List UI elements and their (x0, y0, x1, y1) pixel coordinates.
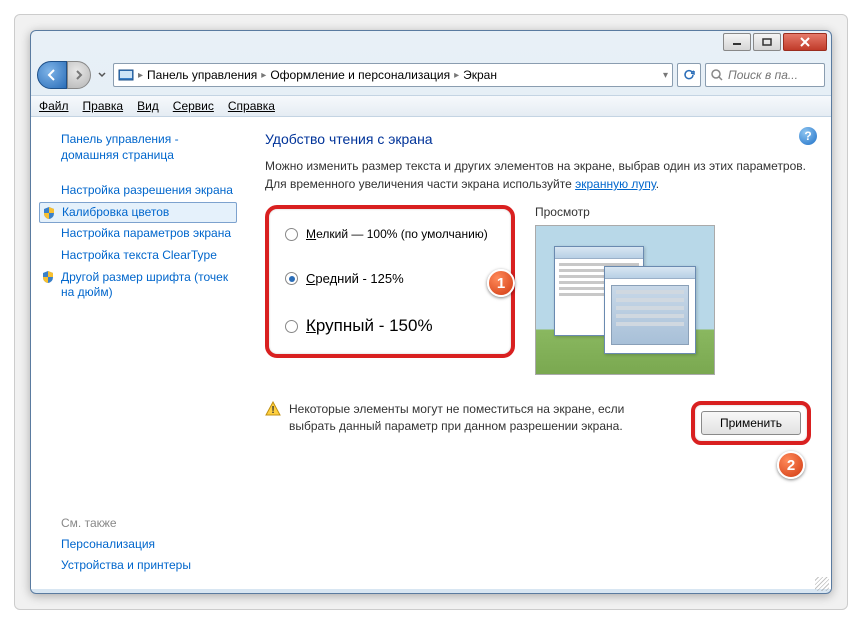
breadcrumb-mid[interactable]: Оформление и персонализация (270, 68, 450, 82)
radio-icon (285, 272, 298, 285)
breadcrumb-sep-icon: ▸ (454, 70, 459, 81)
sidebar: Панель управления - домашняя страница На… (31, 117, 245, 589)
magnifier-link[interactable]: экранную лупу (575, 177, 656, 191)
sidebar-item-calibration[interactable]: Калибровка цветов (39, 202, 237, 224)
forward-button[interactable] (67, 61, 91, 89)
menu-view[interactable]: Вид (137, 99, 159, 113)
annotation-badge-2: 2 (777, 451, 805, 479)
address-bar[interactable]: ▸ Панель управления ▸ Оформление и персо… (113, 63, 673, 87)
help-icon[interactable]: ? (799, 127, 817, 145)
search-box[interactable] (705, 63, 825, 87)
sidebar-item-label: Другой размер шрифта (точек на дюйм) (61, 270, 228, 300)
options-row: Мелкий — 100% (по умолчанию) Средний - 1… (265, 205, 811, 375)
refresh-button[interactable] (677, 63, 701, 87)
page-title: Удобство чтения с экрана (265, 131, 811, 147)
warning-icon: ! (265, 401, 281, 417)
minimize-button[interactable] (723, 33, 751, 51)
radio-group-highlight: Мелкий — 100% (по умолчанию) Средний - 1… (265, 205, 515, 358)
maximize-button[interactable] (753, 33, 781, 51)
preview-box (535, 225, 715, 375)
sidebar-item-dpi[interactable]: Другой размер шрифта (точек на дюйм) (39, 267, 237, 304)
search-input[interactable] (728, 68, 820, 82)
sidebar-item-resolution[interactable]: Настройка разрешения экрана (39, 180, 237, 202)
menu-bar: Файл Правка Вид Сервис Справка (31, 95, 831, 117)
explorer-window: ▸ Панель управления ▸ Оформление и персо… (30, 30, 832, 594)
preview-label: Просмотр (535, 205, 811, 219)
resize-grip[interactable] (815, 577, 829, 591)
radio-icon (285, 228, 298, 241)
page-description: Можно изменить размер текста и других эл… (265, 157, 811, 193)
sidebar-home[interactable]: Панель управления - домашняя страница (39, 129, 237, 166)
preview-column: Просмотр (535, 205, 811, 375)
breadcrumb-leaf[interactable]: Экран (463, 68, 497, 82)
nav-history-dropdown[interactable] (95, 61, 109, 89)
see-also-devices[interactable]: Устройства и принтеры (39, 555, 237, 577)
shield-icon (41, 270, 55, 284)
see-also-heading: См. также (39, 516, 237, 530)
breadcrumb-sep-icon: ▸ (261, 70, 266, 81)
menu-edit[interactable]: Правка (83, 99, 124, 113)
close-button[interactable] (783, 33, 827, 51)
breadcrumb-sep-icon: ▸ (138, 70, 143, 81)
radio-small[interactable]: Мелкий — 100% (по умолчанию) (285, 227, 495, 241)
sidebar-item-label: Калибровка цветов (62, 205, 169, 219)
back-button[interactable] (37, 61, 67, 89)
menu-tools[interactable]: Сервис (173, 99, 214, 113)
svg-text:!: ! (271, 405, 274, 416)
menu-file[interactable]: Файл (39, 99, 69, 113)
address-row: ▸ Панель управления ▸ Оформление и персо… (31, 59, 831, 95)
menu-help[interactable]: Справка (228, 99, 275, 113)
sidebar-see-also: См. также Персонализация Устройства и пр… (39, 506, 237, 577)
warning-text: Некоторые элементы могут не поместиться … (289, 401, 683, 435)
radio-icon (285, 320, 298, 333)
breadcrumb-root[interactable]: Панель управления (147, 68, 257, 82)
preview-window-2 (604, 266, 696, 354)
titlebar (31, 31, 831, 59)
apply-highlight: Применить (691, 401, 811, 445)
warning-row: ! Некоторые элементы могут не поместитьс… (265, 401, 811, 445)
control-panel-icon (118, 67, 134, 83)
radio-large[interactable]: Крупный - 150% (285, 316, 495, 336)
shield-icon (42, 206, 56, 220)
content: Панель управления - домашняя страница На… (31, 117, 831, 589)
main-panel: ? Удобство чтения с экрана Можно изменит… (245, 117, 831, 589)
annotation-badge-1: 1 (487, 269, 515, 297)
see-also-personalization[interactable]: Персонализация (39, 534, 237, 556)
nav-buttons (37, 61, 91, 89)
sidebar-item-cleartype[interactable]: Настройка текста ClearType (39, 245, 237, 267)
address-dropdown-icon[interactable]: ▾ (663, 70, 668, 81)
radio-medium[interactable]: Средний - 125% (285, 271, 495, 286)
search-icon (710, 68, 724, 82)
apply-button[interactable]: Применить (701, 411, 801, 435)
sidebar-item-display-params[interactable]: Настройка параметров экрана (39, 223, 237, 245)
